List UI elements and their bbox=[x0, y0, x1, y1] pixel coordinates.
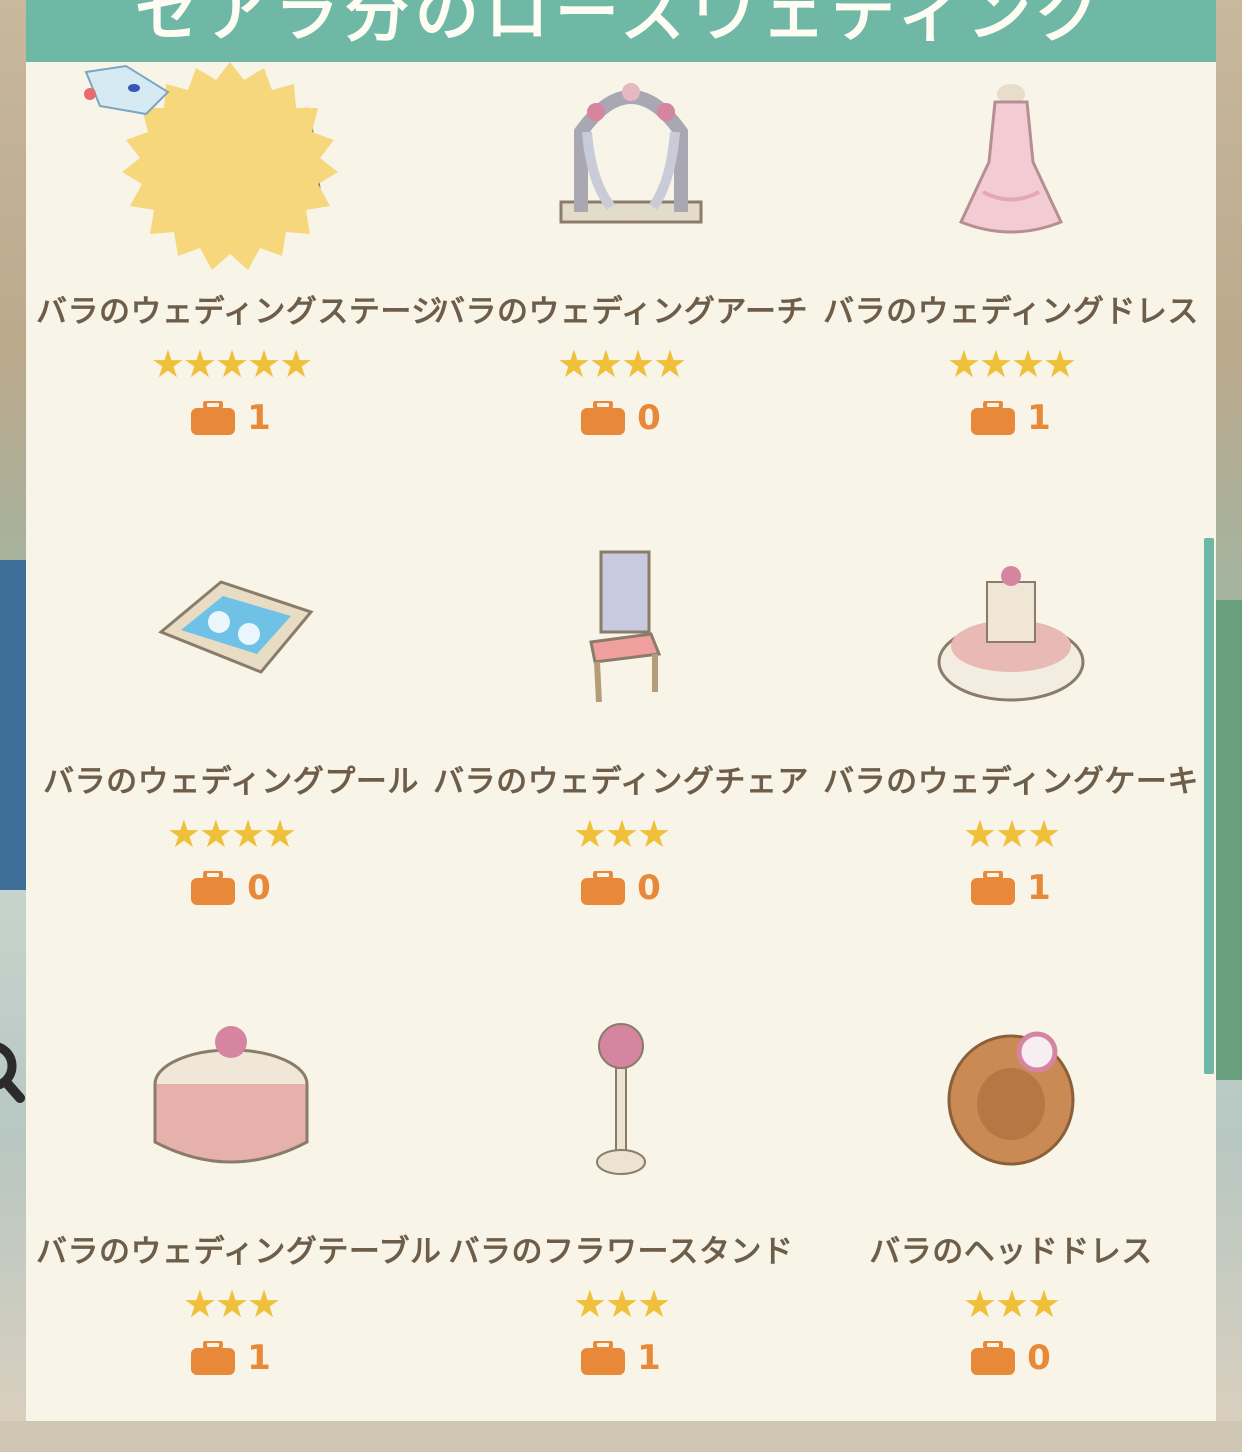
item-card[interactable]: バラのフラワースタンド ★★★ 1 bbox=[426, 1012, 816, 1452]
inventory-count-value: 1 bbox=[1027, 398, 1051, 438]
inventory-count-value: 1 bbox=[637, 1338, 661, 1378]
inventory-count: 1 bbox=[816, 398, 1206, 438]
wedding-arch-icon bbox=[559, 83, 703, 224]
bag-icon bbox=[971, 871, 1016, 905]
bag-icon bbox=[191, 1341, 236, 1375]
rating-stars: ★★★★★ bbox=[150, 342, 313, 386]
item-name: バラのウェディングステージ bbox=[36, 294, 443, 330]
inventory-count: 1 bbox=[36, 1338, 426, 1378]
page-title: セアラ分のローズウェディング bbox=[134, 0, 1108, 51]
rating-stars: ★★★ bbox=[572, 812, 671, 856]
item-card[interactable]: バラのウェディングプール ★★★★ 0 bbox=[36, 542, 426, 982]
inventory-count: 1 bbox=[36, 398, 426, 438]
item-card[interactable]: バラのウェディングドレス ★★★★ 1 bbox=[816, 72, 1206, 512]
item-card[interactable]: バラのウェディングテーブル ★★★ 1 bbox=[36, 1012, 442, 1452]
rating-stars: ★★★★ bbox=[166, 812, 297, 856]
rating-stars: ★★★★ bbox=[556, 342, 687, 386]
bag-icon bbox=[581, 401, 626, 435]
item-card[interactable]: バラのウェディングアーチ ★★★★ 0 bbox=[426, 72, 816, 512]
collection-header: セアラ分のローズウェディング bbox=[26, 0, 1216, 62]
rating-stars: ★★★ bbox=[572, 1282, 671, 1326]
wedding-table-icon bbox=[153, 1026, 309, 1164]
inventory-count-value: 1 bbox=[247, 1338, 271, 1378]
inventory-count-value: 0 bbox=[637, 398, 661, 438]
inventory-count-value: 0 bbox=[1027, 1338, 1051, 1378]
item-name: バラのウェディングチェア bbox=[433, 764, 809, 800]
item-name: バラのウェディングケーキ bbox=[823, 764, 1199, 800]
inventory-count: 0 bbox=[36, 868, 426, 908]
headdress-icon bbox=[947, 1031, 1075, 1166]
item-name: バラのヘッドドレス bbox=[869, 1234, 1153, 1270]
item-card[interactable]: バラのヘッドドレス ★★★ 0 bbox=[816, 1012, 1206, 1452]
bag-icon bbox=[191, 871, 236, 905]
inventory-count: 1 bbox=[816, 868, 1206, 908]
wedding-dress-icon bbox=[958, 84, 1064, 234]
bag-icon bbox=[581, 1341, 626, 1375]
bag-icon bbox=[581, 871, 626, 905]
wedding-cake-icon bbox=[937, 566, 1085, 702]
inventory-count: 0 bbox=[426, 868, 816, 908]
rating-stars: ★★★★ bbox=[946, 342, 1077, 386]
item-name: バラのウェディングプール bbox=[43, 764, 419, 800]
inventory-count-value: 1 bbox=[247, 398, 271, 438]
item-name: バラのフラワースタンド bbox=[448, 1234, 794, 1270]
inventory-count: 1 bbox=[426, 1338, 816, 1378]
bag-icon bbox=[191, 401, 236, 435]
bag-icon bbox=[971, 1341, 1016, 1375]
inventory-count-value: 0 bbox=[637, 868, 661, 908]
inventory-count: 0 bbox=[426, 398, 816, 438]
scrollbar[interactable] bbox=[1204, 538, 1214, 1074]
item-card[interactable]: バラのウェディングケーキ ★★★ 1 bbox=[816, 542, 1206, 982]
rating-stars: ★★★ bbox=[182, 1282, 281, 1326]
item-card[interactable]: バラのウェディングチェア ★★★ 0 bbox=[426, 542, 816, 982]
inventory-count: 0 bbox=[816, 1338, 1206, 1378]
wedding-pool-icon bbox=[158, 580, 314, 674]
flower-stand-icon bbox=[596, 1023, 646, 1175]
rating-stars: ★★★ bbox=[962, 812, 1061, 856]
background-decor-right bbox=[1212, 600, 1242, 1080]
item-name: バラのウェディングアーチ bbox=[434, 294, 808, 330]
rating-stars: ★★★ bbox=[962, 1282, 1061, 1326]
inventory-count-value: 0 bbox=[247, 868, 271, 908]
wedding-chair-icon bbox=[589, 550, 662, 703]
item-name: バラのウェディングドレス bbox=[823, 294, 1199, 330]
inventory-count-value: 1 bbox=[1027, 868, 1051, 908]
bag-icon bbox=[971, 401, 1016, 435]
item-name: バラのウェディングテーブル bbox=[36, 1234, 442, 1270]
villager-avatar-icon bbox=[84, 64, 170, 116]
